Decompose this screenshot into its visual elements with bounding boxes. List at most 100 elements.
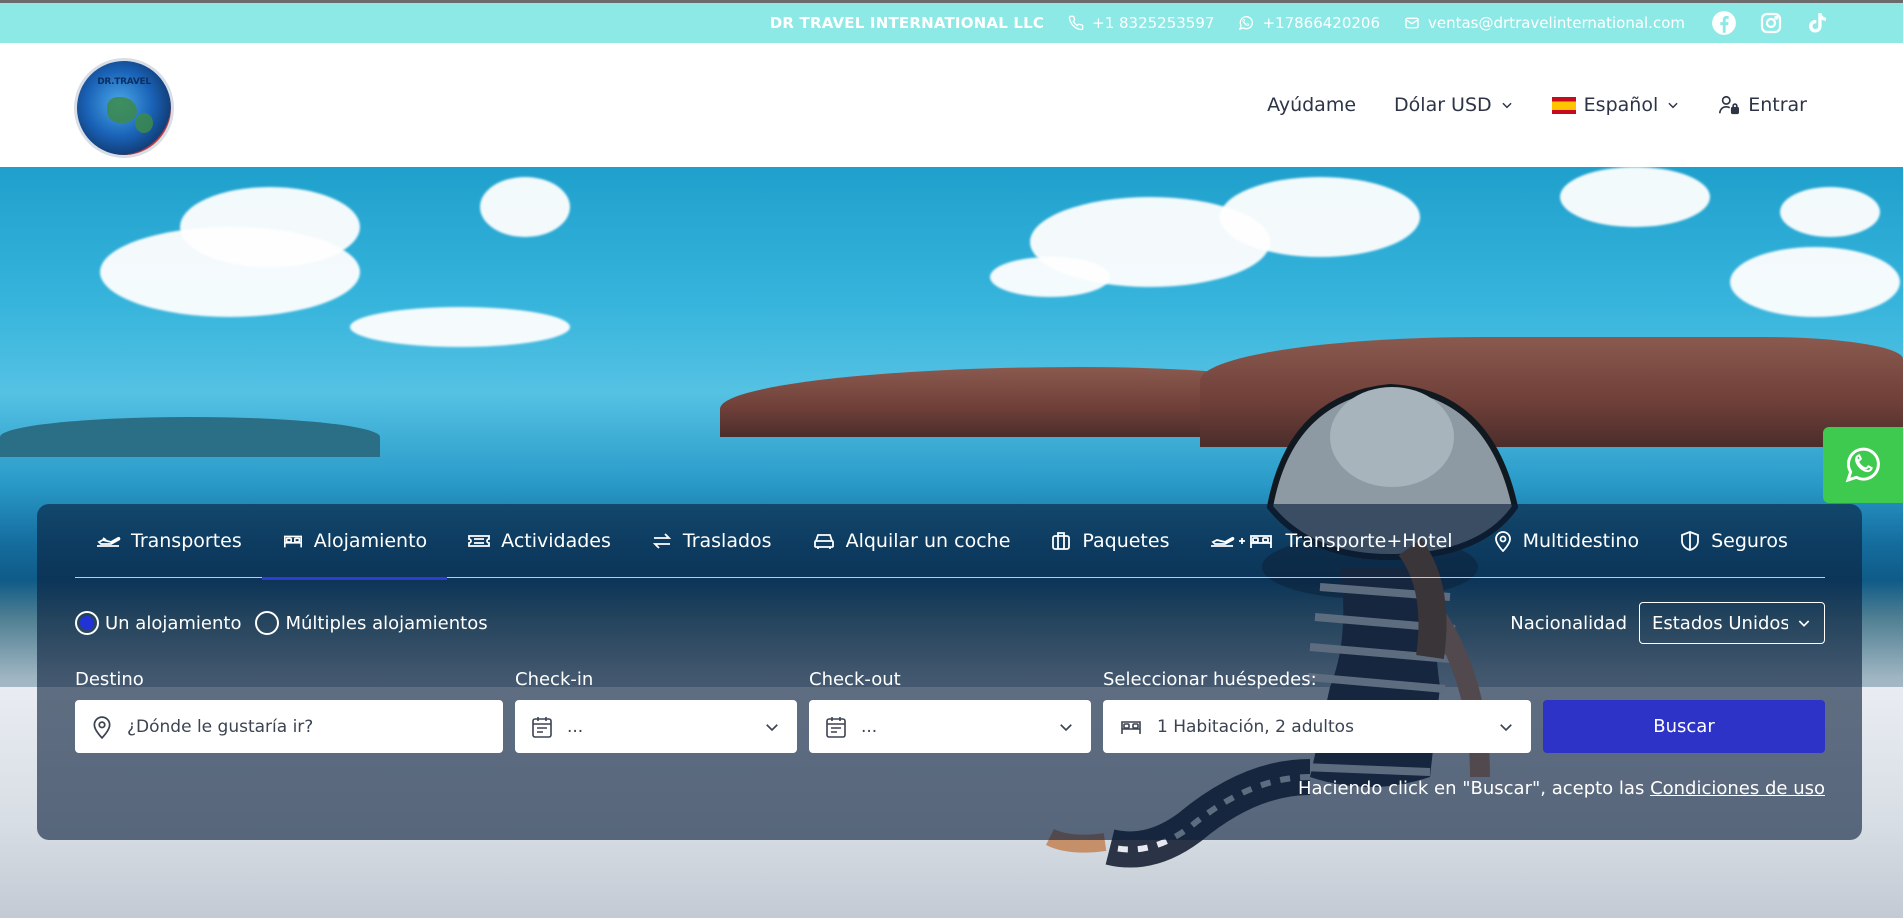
- tab-label: Alojamiento: [313, 529, 428, 552]
- logo-land-shape-2: [135, 113, 153, 133]
- cloud: [1220, 177, 1420, 257]
- destination-input[interactable]: ¿Dónde le gustaría ir?: [75, 700, 503, 753]
- nationality-group: Nacionalidad Estados Unidos: [1510, 602, 1825, 644]
- tab-label: Multidestino: [1522, 529, 1640, 552]
- cloud: [990, 257, 1110, 297]
- radio-selected-icon: [75, 611, 99, 635]
- chevron-down-icon: [1502, 102, 1512, 109]
- chevron-down-icon: [1500, 723, 1512, 731]
- currency-label: Dólar USD: [1394, 94, 1492, 116]
- checkout-label: Check-out: [809, 669, 901, 690]
- guests-select[interactable]: 1 Habitación, 2 adultos: [1103, 700, 1531, 753]
- login-label: Entrar: [1748, 94, 1807, 116]
- chevron-down-icon: [1060, 723, 1072, 731]
- calendar-icon: [826, 716, 846, 738]
- social-links: [1711, 10, 1829, 36]
- plane-plus-bed-icon: [1211, 534, 1273, 548]
- company-logo[interactable]: DR.TRAVEL: [74, 58, 174, 158]
- checkin-value: ...: [567, 716, 584, 737]
- logo-text: DR.TRAVEL: [97, 77, 151, 87]
- phone-contact[interactable]: +1 8325253597: [1068, 14, 1214, 32]
- legal-notice: Haciendo click en "Buscar", acepto las C…: [1298, 778, 1825, 799]
- radio-label: Múltiples alojamientos: [285, 612, 488, 634]
- main-nav: Ayúdame Dólar USD Español Entrar: [1267, 43, 1807, 167]
- spain-flag-icon: [1551, 96, 1576, 114]
- cloud: [1730, 247, 1900, 317]
- cloud: [350, 307, 570, 347]
- shield-icon: [1681, 530, 1699, 551]
- tab-alquilar-coche[interactable]: Alquilar un coche: [792, 504, 1031, 578]
- tab-label: Paquetes: [1082, 529, 1170, 552]
- product-tabs: Transportes Alojamiento Actividades Tras…: [75, 504, 1825, 580]
- language-label: Español: [1583, 94, 1659, 116]
- email-address: ventas@drtravelinternational.com: [1428, 14, 1685, 32]
- mail-icon: [1405, 17, 1419, 29]
- radio-multiple-lodging[interactable]: Múltiples alojamientos: [255, 611, 488, 635]
- cloud: [480, 177, 570, 237]
- tab-label: Transporte+Hotel: [1285, 529, 1453, 552]
- nationality-select[interactable]: Estados Unidos: [1639, 602, 1825, 644]
- whatsapp-number: +17866420206: [1262, 14, 1380, 32]
- chevron-down-icon: [1668, 102, 1678, 109]
- top-contact-bar: DR TRAVEL INTERNATIONAL LLC +1 832525359…: [0, 0, 1903, 43]
- transfer-arrows-icon: [652, 532, 672, 549]
- help-link[interactable]: Ayúdame: [1267, 94, 1356, 116]
- whatsapp-float-button[interactable]: [1823, 427, 1903, 503]
- cloud: [1560, 167, 1710, 227]
- email-contact[interactable]: ventas@drtravelinternational.com: [1404, 14, 1685, 32]
- tab-transportes[interactable]: Transportes: [75, 504, 262, 578]
- nationality-label: Nacionalidad: [1510, 612, 1627, 634]
- terms-link[interactable]: Condiciones de uso: [1650, 778, 1825, 799]
- nationality-value: Estados Unidos: [1652, 612, 1788, 634]
- checkin-label: Check-in: [515, 669, 594, 690]
- legal-text: Haciendo click en "Buscar", acepto las: [1297, 778, 1645, 799]
- help-label: Ayúdame: [1267, 94, 1357, 116]
- chevron-down-icon: [766, 723, 778, 731]
- tab-transporte-hotel[interactable]: Transporte+Hotel: [1189, 504, 1472, 578]
- whatsapp-contact[interactable]: +17866420206: [1238, 14, 1380, 32]
- car-icon: [813, 533, 834, 549]
- tab-alojamiento[interactable]: Alojamiento: [261, 504, 448, 580]
- tab-label: Alquilar un coche: [845, 529, 1011, 552]
- phone-number: +1 8325253597: [1092, 14, 1215, 32]
- login-link[interactable]: Entrar: [1718, 94, 1807, 116]
- instagram-icon[interactable]: [1759, 11, 1783, 35]
- guests-label: Seleccionar huéspedes:: [1103, 669, 1317, 690]
- bed-icon: [283, 535, 302, 547]
- search-button[interactable]: Buscar: [1543, 700, 1825, 753]
- bed-icon: [1121, 720, 1141, 734]
- island: [0, 417, 380, 457]
- guests-value: 1 Habitación, 2 adultos: [1157, 716, 1354, 737]
- currency-dropdown[interactable]: Dólar USD: [1394, 94, 1514, 116]
- radio-single-lodging[interactable]: Un alojamiento: [75, 611, 241, 635]
- whatsapp-small-icon: [1239, 16, 1254, 31]
- company-name: DR TRAVEL INTERNATIONAL LLC: [769, 14, 1045, 32]
- chevron-down-icon: [1798, 620, 1810, 627]
- language-dropdown[interactable]: Español: [1551, 94, 1681, 116]
- map-pin-icon: [1494, 530, 1511, 552]
- plane-icon: [97, 536, 121, 547]
- checkout-value: ...: [861, 716, 878, 737]
- ticket-icon: [468, 534, 491, 547]
- phone-icon: [1068, 15, 1084, 31]
- checkin-input[interactable]: ...: [515, 700, 797, 753]
- map-pin-icon: [93, 715, 111, 739]
- tab-label: Traslados: [682, 529, 772, 552]
- lodging-mode: Un alojamiento Múltiples alojamientos: [75, 611, 488, 635]
- tab-actividades[interactable]: Actividades: [447, 504, 631, 578]
- calendar-icon: [532, 716, 552, 738]
- radio-label: Un alojamiento: [105, 612, 242, 634]
- tab-multidestino[interactable]: Multidestino: [1473, 504, 1660, 578]
- tab-seguros[interactable]: Seguros: [1659, 504, 1808, 578]
- destination-placeholder: ¿Dónde le gustaría ir?: [127, 716, 314, 737]
- tab-traslados[interactable]: Traslados: [631, 504, 792, 578]
- cloud: [180, 187, 360, 267]
- tab-paquetes[interactable]: Paquetes: [1030, 504, 1189, 578]
- user-lock-icon: [1719, 95, 1740, 115]
- tab-label: Actividades: [501, 529, 611, 552]
- cloud: [1780, 187, 1880, 237]
- facebook-icon[interactable]: [1711, 10, 1737, 36]
- destination-label: Destino: [75, 669, 144, 690]
- checkout-input[interactable]: ...: [809, 700, 1091, 753]
- tiktok-icon[interactable]: [1805, 10, 1829, 36]
